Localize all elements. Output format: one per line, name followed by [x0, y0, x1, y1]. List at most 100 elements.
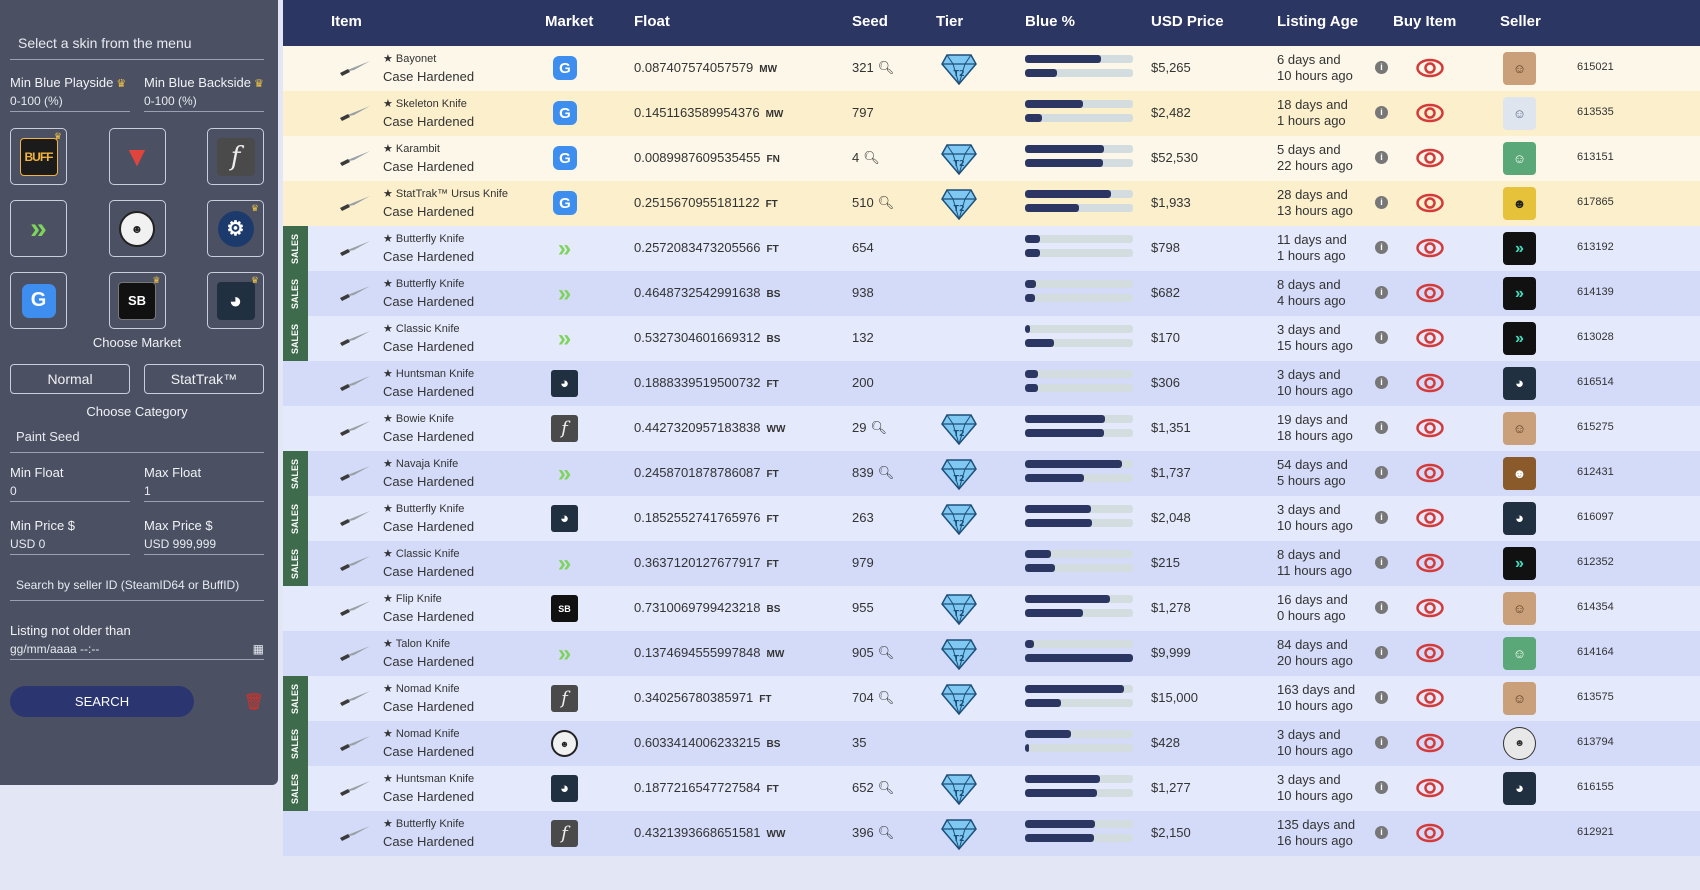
seller-avatar[interactable]: »	[1503, 232, 1536, 265]
seller-avatar[interactable]: ◕	[1503, 772, 1536, 805]
market-dmarket-button[interactable]: ▼	[108, 128, 166, 185]
info-icon[interactable]: i	[1375, 601, 1388, 614]
seller-avatar[interactable]: ☺	[1503, 52, 1536, 85]
gamerpay-icon[interactable]: G	[553, 56, 577, 80]
col-seed[interactable]: Seed	[852, 13, 888, 30]
eye-icon[interactable]	[1416, 462, 1444, 484]
info-icon[interactable]: i	[1375, 331, 1388, 344]
market-piranha-button[interactable]: ♛ ◕	[207, 272, 264, 329]
skinport-icon[interactable]: »	[551, 550, 578, 577]
item-name[interactable]: ★ Butterfly Knife	[383, 277, 464, 290]
trash-icon[interactable]: 🗑	[244, 692, 264, 712]
item-name[interactable]: ★ Huntsman Knife	[383, 367, 474, 380]
table-row[interactable]: SALES ★ Classic Knife Case Hardened » 0.5327…	[283, 316, 1700, 361]
seller-avatar[interactable]: ☺	[1503, 412, 1536, 445]
table-row[interactable]: SALES ★ Navaja Knife Case Hardened » 0.24587…	[283, 451, 1700, 496]
eye-icon[interactable]	[1416, 57, 1444, 79]
csfloat-icon[interactable]: f	[551, 820, 578, 847]
table-row[interactable]: ★ Butterfly Knife Case Hardened f 0.4321393…	[283, 811, 1700, 856]
info-icon[interactable]: i	[1375, 466, 1388, 479]
eye-icon[interactable]	[1416, 777, 1444, 799]
magnifier-icon[interactable]: 🔍︎	[870, 420, 887, 435]
market-csfloat-button[interactable]: f	[207, 128, 264, 185]
eye-icon[interactable]	[1416, 552, 1444, 574]
info-icon[interactable]: i	[1375, 151, 1388, 164]
item-name[interactable]: ★ Butterfly Knife	[383, 817, 464, 830]
eye-icon[interactable]	[1416, 192, 1444, 214]
eye-icon[interactable]	[1416, 282, 1444, 304]
magnifier-icon[interactable]: 🔍︎	[878, 645, 895, 660]
table-row[interactable]: SALES ★ Classic Knife Case Hardened » 0.3637…	[283, 541, 1700, 586]
gamerpay-icon[interactable]: G	[553, 146, 577, 170]
magnifier-icon[interactable]: 🔍︎	[863, 150, 880, 165]
seller-avatar[interactable]: ☺	[1503, 682, 1536, 715]
table-row[interactable]: ★ Talon Knife Case Hardened » 0.13746945559…	[283, 631, 1700, 676]
min-blue-playside-input[interactable]: 0-100 (%)	[10, 90, 130, 112]
item-name[interactable]: ★ Bayonet	[383, 52, 436, 65]
seller-avatar[interactable]: ☻	[1503, 457, 1536, 490]
market-bitskins-button[interactable]: ☻	[108, 200, 166, 257]
normal-button[interactable]: Normal	[10, 364, 130, 394]
seller-avatar[interactable]: ☺	[1503, 97, 1536, 130]
search-button[interactable]: SEARCH	[10, 686, 194, 717]
csfloat-icon[interactable]: f	[551, 415, 578, 442]
item-name[interactable]: ★ Karambit	[383, 142, 440, 155]
min-blue-backside-input[interactable]: 0-100 (%)	[144, 90, 264, 112]
market-skinport-button[interactable]: »	[10, 200, 67, 257]
info-icon[interactable]: i	[1375, 556, 1388, 569]
market-gamerpay-button[interactable]: G	[10, 272, 67, 329]
col-tier[interactable]: Tier	[936, 13, 963, 30]
item-name[interactable]: ★ Classic Knife	[383, 547, 460, 560]
item-name[interactable]: ★ Nomad Knife	[383, 727, 460, 740]
seller-search-input[interactable]: Search by seller ID (SteamID64 or BuffID…	[10, 571, 264, 601]
info-icon[interactable]: i	[1375, 196, 1388, 209]
skinport-icon[interactable]: »	[551, 640, 578, 667]
seller-avatar[interactable]: »	[1503, 547, 1536, 580]
info-icon[interactable]: i	[1375, 826, 1388, 839]
magnifier-icon[interactable]: 🔍︎	[878, 465, 895, 480]
col-buy[interactable]: Buy Item	[1393, 13, 1456, 30]
info-icon[interactable]: i	[1375, 106, 1388, 119]
magnifier-icon[interactable]: 🔍︎	[878, 60, 895, 75]
magnifier-icon[interactable]: 🔍︎	[878, 825, 895, 840]
item-name[interactable]: ★ Skeleton Knife	[383, 97, 467, 110]
eye-icon[interactable]	[1416, 417, 1444, 439]
eye-icon[interactable]	[1416, 732, 1444, 754]
eye-icon[interactable]	[1416, 102, 1444, 124]
table-row[interactable]: ★ Flip Knife Case Hardened SB 0.73100697994…	[283, 586, 1700, 631]
eye-icon[interactable]	[1416, 507, 1444, 529]
eye-icon[interactable]	[1416, 597, 1444, 619]
table-row[interactable]: SALES ★ Butterfly Knife Case Hardened ◕ 0.18…	[283, 496, 1700, 541]
eye-icon[interactable]	[1416, 822, 1444, 844]
table-row[interactable]: ★ Huntsman Knife Case Hardened ◕ 0.18883395…	[283, 361, 1700, 406]
info-icon[interactable]: i	[1375, 376, 1388, 389]
max-float-input[interactable]: 1	[144, 480, 264, 502]
seller-avatar[interactable]: ☺	[1503, 592, 1536, 625]
seller-avatar[interactable]: »	[1503, 322, 1536, 355]
table-row[interactable]: ★ Skeleton Knife Case Hardened G 0.14511635…	[283, 91, 1700, 136]
csfloat-icon[interactable]: f	[551, 685, 578, 712]
market-buff-button[interactable]: ♛ BUFF	[10, 128, 67, 185]
market-steam-button[interactable]: ♛ ⚙	[207, 200, 264, 257]
info-icon[interactable]: i	[1375, 286, 1388, 299]
col-item[interactable]: Item	[331, 13, 362, 30]
piranha-icon[interactable]: ◕	[551, 505, 578, 532]
col-seller[interactable]: Seller	[1500, 13, 1541, 30]
info-icon[interactable]: i	[1375, 646, 1388, 659]
skinbaron-icon[interactable]: SB	[551, 595, 578, 622]
piranha-icon[interactable]: ◕	[551, 775, 578, 802]
eye-icon[interactable]	[1416, 642, 1444, 664]
seller-avatar[interactable]: ◕	[1503, 502, 1536, 535]
min-price-input[interactable]: USD 0	[10, 533, 130, 555]
gamerpay-icon[interactable]: G	[553, 101, 577, 125]
seller-avatar[interactable]: »	[1503, 277, 1536, 310]
gamerpay-icon[interactable]: G	[553, 191, 577, 215]
skin-select[interactable]: Select a skin from the menu	[10, 30, 264, 60]
max-price-input[interactable]: USD 999,999	[144, 533, 264, 555]
skinport-icon[interactable]: »	[551, 325, 578, 352]
eye-icon[interactable]	[1416, 237, 1444, 259]
table-row[interactable]: SALES ★ Nomad Knife Case Hardened f 0.340256…	[283, 676, 1700, 721]
calendar-icon[interactable]: ▦	[253, 638, 264, 659]
item-name[interactable]: ★ Nomad Knife	[383, 682, 460, 695]
item-name[interactable]: ★ Classic Knife	[383, 322, 460, 335]
